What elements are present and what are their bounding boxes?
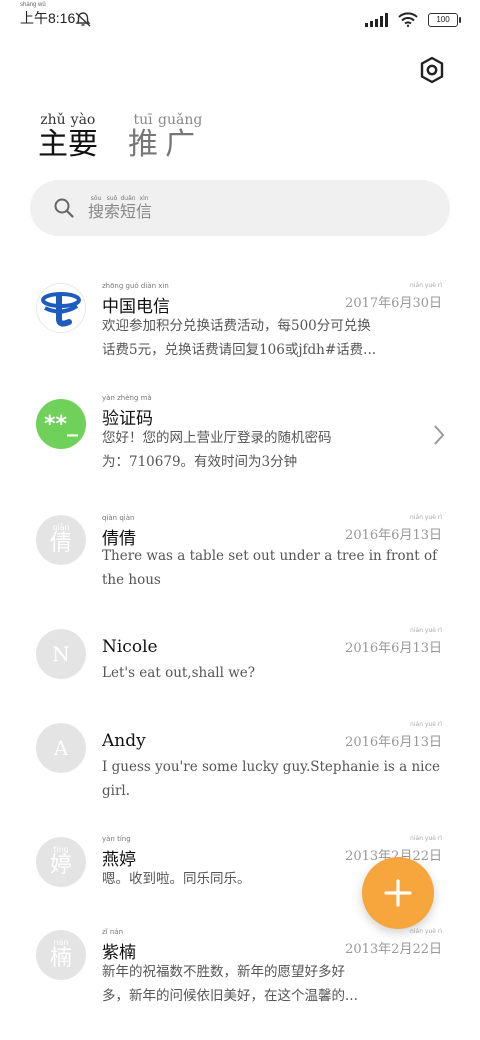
conversation-item[interactable]: **_ yàn zhèng mǎ 验证码 您好！您的网上营业厅登录的随机密码 为… (0, 390, 480, 498)
message-preview-line: 多，新年的问候依旧美好，在这个温馨的... (102, 988, 358, 1004)
message-date-pinyin: nián yuè rì (410, 928, 442, 935)
message-date-text: 2016年6月13日 (345, 528, 442, 543)
contact-name: zǐ nán 紫楠 (102, 928, 136, 963)
message-date: nián yuè rì 2016年6月13日 (345, 721, 442, 750)
avatar: qiàn 倩 (36, 515, 86, 565)
message-date: nián yuè rì 2017年6月30日 (345, 282, 442, 311)
message-preview-line: There was a table set out under a tree i… (102, 548, 438, 564)
search-input[interactable]: sōu 搜 suǒ 索 duǎn 短 xìn 信 (30, 180, 450, 236)
search-icon (54, 198, 74, 218)
message-date-pinyin: nián yuè rì (410, 835, 442, 842)
contact-name: yàn zhèng mǎ 验证码 (102, 394, 153, 429)
conversation-item[interactable]: A Andy nián yuè rì 2016年6月13日 I guess yo… (0, 721, 480, 829)
conversation-item[interactable]: N Nicole nián yuè rì 2016年6月13日 Let's ea… (0, 627, 480, 735)
battery-level: 100 (436, 15, 450, 24)
message-date-text: 2017年6月30日 (345, 296, 442, 311)
message-preview-line: 欢迎参加积分兑换话费活动，每500分可兑换 (102, 318, 371, 334)
message-date-text: 2016年6月13日 (345, 641, 442, 656)
message-preview-line: I guess you're some lucky guy.Stephanie … (102, 759, 441, 775)
compose-message-button[interactable]: + (362, 857, 434, 929)
message-preview-line: girl. (102, 783, 131, 799)
notifications-muted-icon (75, 12, 91, 27)
search-placeholder: sōu 搜 suǒ 索 duǎn 短 xìn 信 (88, 195, 153, 222)
status-time-text: 上午8:16 (20, 10, 76, 26)
message-preview-line: Let's eat out,shall we? (102, 665, 255, 681)
contact-name-pinyin: yàn zhèng mǎ (102, 394, 152, 402)
message-preview: There was a table set out under a tree i… (102, 544, 442, 592)
status-bar: shàng wǔ 上午8:16 100 (0, 0, 480, 44)
plus-icon (384, 879, 412, 907)
message-date-pinyin: nián yuè rì (410, 721, 442, 728)
conversation-item[interactable]: nán 楠 zǐ nán 紫楠 nián yuè rì 2013年2月22日 新年… (0, 928, 480, 1036)
avatar-text: N (52, 642, 70, 666)
message-preview-line: 话费5元，兑换话费请回复106或jfdh#话费... (102, 342, 377, 358)
message-preview: I guess you're some lucky guy.Stephanie … (102, 755, 442, 803)
message-date-pinyin: nián yuè rì (410, 627, 442, 634)
contact-name: Nicole (102, 637, 158, 657)
contact-name-pinyin: zhōng guó diàn xìn (102, 282, 169, 290)
contact-name: yàn tíng 燕婷 (102, 835, 136, 870)
conversation-item[interactable]: zhōng guó diàn xìn 中国电信 nián yuè rì 2017… (0, 278, 480, 386)
message-date: nián yuè rì 2016年6月13日 (345, 627, 442, 656)
avatar-text: A (53, 736, 69, 760)
message-date-text: 2016年6月13日 (345, 735, 442, 750)
avatar: **_ (36, 399, 86, 449)
message-preview: 新年的祝福数不胜数，新年的愿望好多好 多，新年的问候依旧美好，在这个温馨的... (102, 960, 442, 1008)
message-date-text: 2013年2月22日 (345, 942, 442, 957)
gear-icon (420, 56, 444, 84)
message-preview-line: 为：710679。有效时间为3分钟 (102, 454, 298, 470)
china-telecom-logo-icon (41, 292, 81, 327)
contact-name: zhōng guó diàn xìn 中国电信 (102, 282, 170, 317)
message-preview-line: 新年的祝福数不胜数，新年的愿望好多好 (102, 964, 345, 980)
tab-primary[interactable]: zhǔ 主 yào 要 (38, 112, 98, 161)
tab-bar: zhǔ 主 yào 要 tuī 推 guǎng 广 (38, 112, 202, 161)
cellular-signal-icon (365, 12, 388, 27)
wifi-icon (398, 12, 418, 27)
message-date: nián yuè rì 2016年6月13日 (345, 514, 442, 543)
message-preview: Let's eat out,shall we? (102, 661, 442, 685)
tab-promotions[interactable]: tuī 推 guǎng 广 (128, 112, 202, 161)
avatar: tíng 婷 (36, 837, 86, 887)
china-telecom-logo-avatar (36, 283, 86, 333)
battery-icon: 100 (428, 12, 461, 27)
status-time-pinyin: shàng wǔ (20, 2, 46, 8)
contact-name-pinyin: zǐ nán (102, 928, 124, 936)
conversation-item[interactable]: qiàn 倩 qiàn qiàn 倩倩 nián yuè rì 2016年6月13… (0, 510, 480, 618)
message-date-pinyin: nián yuè rì (410, 282, 442, 289)
settings-button[interactable] (414, 52, 450, 88)
message-preview-line: the hous (102, 572, 161, 588)
status-time: shàng wǔ 上午8:16 (20, 2, 76, 28)
contact-name-pinyin: qiàn qiàn (102, 514, 135, 522)
avatar-text: **_ (43, 411, 78, 437)
avatar: N (36, 629, 86, 679)
avatar: nán 楠 (36, 930, 86, 980)
message-date: nián yuè rì 2013年2月22日 (345, 928, 442, 957)
message-preview-line: 您好！您的网上营业厅登录的随机密码 (102, 430, 332, 446)
contact-name-pinyin: yàn tíng (102, 835, 131, 843)
chevron-right-icon[interactable] (432, 424, 446, 446)
message-preview: 欢迎参加积分兑换话费活动，每500分可兑换 话费5元，兑换话费请回复106或jf… (102, 314, 442, 362)
message-date-pinyin: nián yuè rì (410, 514, 442, 521)
message-preview: 您好！您的网上营业厅登录的随机密码 为：710679。有效时间为3分钟 (102, 426, 402, 474)
contact-name: Andy (102, 731, 146, 751)
avatar: A (36, 723, 86, 773)
